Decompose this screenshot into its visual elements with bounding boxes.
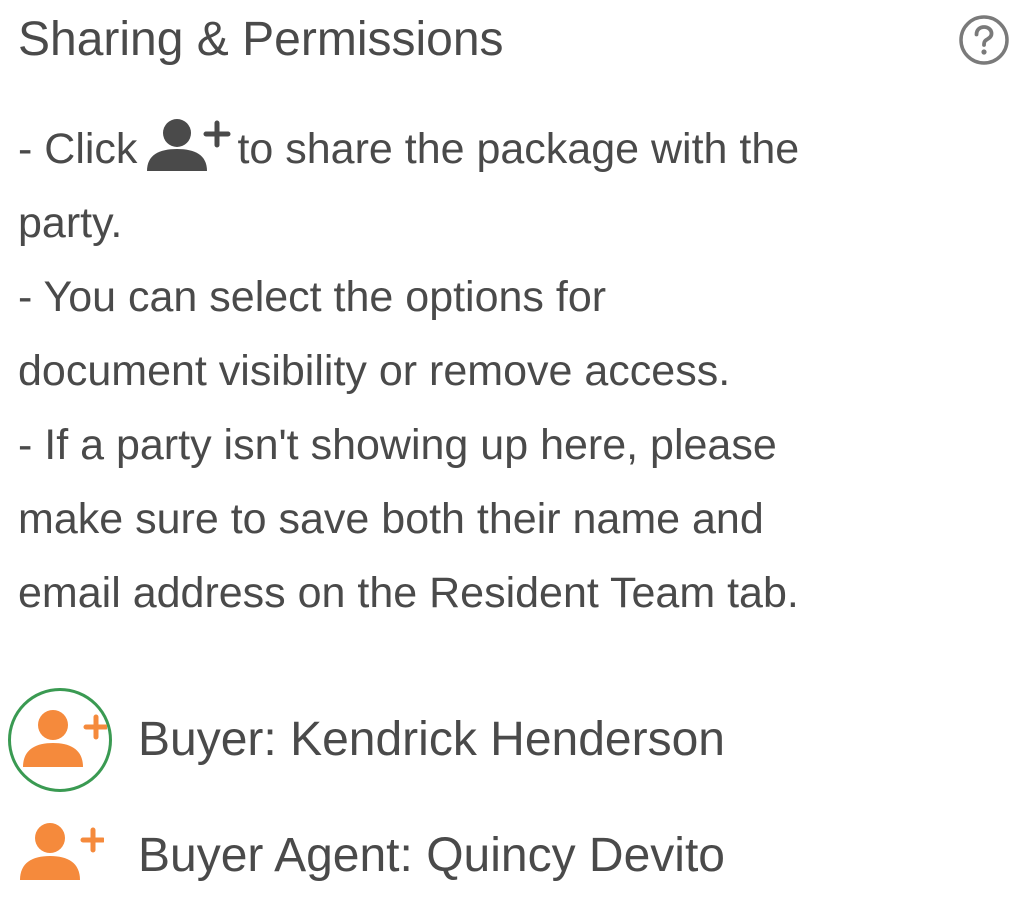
instruction-line: - You can select the options for (18, 273, 607, 321)
instruction-click-suffix: to share the package with the (237, 125, 800, 173)
instruction-line: document visibility or remove access. (18, 347, 731, 395)
user-plus-icon (20, 823, 104, 880)
user-plus-icon (23, 710, 107, 767)
party-label: Buyer: Kendrick Henderson (138, 713, 725, 766)
instruction-line: - Click to share the package with the (18, 112, 1018, 186)
party-row: Buyer: Kendrick Henderson (8, 688, 1018, 804)
instruction-click-prefix: - Click (18, 125, 138, 173)
instructions-text: - Click to share the package with the pa… (18, 112, 1018, 630)
party-row: Buyer Agent: Quincy Devito (8, 804, 1018, 920)
share-party-button[interactable] (8, 804, 112, 908)
panel-header: Sharing & Permissions (18, 8, 1018, 72)
user-plus-icon (145, 115, 231, 175)
instruction-line: email address on the Resident Team tab. (18, 569, 799, 617)
question-circle-icon[interactable] (958, 14, 1010, 66)
instruction-line: party. (18, 199, 123, 247)
share-party-button[interactable] (8, 688, 112, 792)
party-label: Buyer Agent: Quincy Devito (138, 829, 725, 882)
panel-title: Sharing & Permissions (18, 13, 504, 66)
sharing-permissions-panel: Sharing & Permissions - Click to share t… (0, 0, 1026, 911)
party-list: Buyer: Kendrick Henderson Buyer Agent: Q… (8, 688, 1018, 920)
instruction-line: make sure to save both their name and (18, 495, 764, 543)
instruction-line: - If a party isn't showing up here, plea… (18, 421, 777, 469)
